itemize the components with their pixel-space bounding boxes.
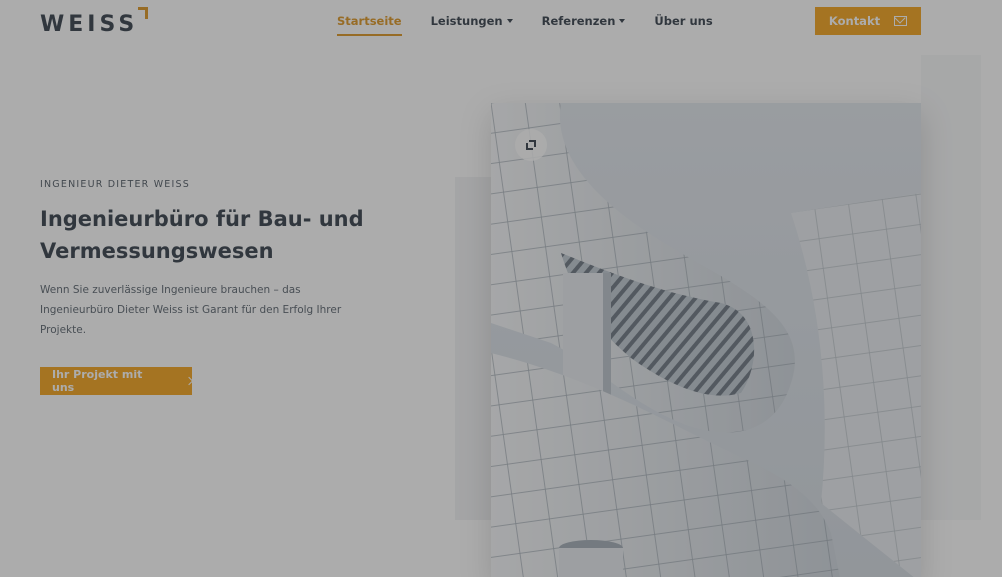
contact-button[interactable]: Kontakt (815, 7, 921, 35)
mail-icon (894, 16, 908, 26)
architecture-illustration (491, 103, 921, 577)
caret-down-icon (506, 19, 513, 23)
expand-icon (526, 140, 536, 150)
nav-item-referenzen[interactable]: Referenzen (542, 14, 626, 36)
background-block (455, 177, 491, 520)
nav-item-label: Über uns (654, 14, 713, 28)
chevron-right-icon (184, 376, 194, 386)
contact-button-label: Kontakt (828, 14, 881, 28)
logo-mark-icon (138, 7, 149, 19)
nav-item-label: Leistungen (430, 14, 503, 28)
cta-button-label: Ihr Projekt mit uns (52, 368, 143, 394)
nav-item-label: Referenzen (541, 14, 616, 28)
nav-item-leistungen[interactable]: Leistungen (431, 14, 513, 36)
hero-headline: Ingenieurbüro für Bau- und Vermessungswe… (40, 207, 364, 263)
expand-image-button[interactable] (515, 129, 547, 161)
logo[interactable]: WEISS (40, 7, 149, 38)
project-cta-button[interactable]: Ihr Projekt mit uns (40, 367, 194, 395)
nav-item-ueber-uns[interactable]: Über uns (654, 14, 712, 36)
page: WEISS Startseite Leistungen Referenzen Ü… (0, 0, 1002, 577)
main-nav: Startseite Leistungen Referenzen Über un… (337, 14, 713, 36)
nav-item-startseite[interactable]: Startseite (337, 14, 402, 36)
background-block (921, 55, 981, 520)
nav-item-label: Startseite (337, 14, 402, 28)
hero-eyebrow: INGENIEUR DIETER WEISS (40, 179, 190, 190)
logo-text: WEISS (40, 12, 139, 37)
hero-lead: Wenn Sie zuverlässige Ingenieure brauche… (40, 284, 342, 336)
hero-image[interactable] (491, 103, 921, 577)
caret-down-icon (619, 19, 626, 23)
